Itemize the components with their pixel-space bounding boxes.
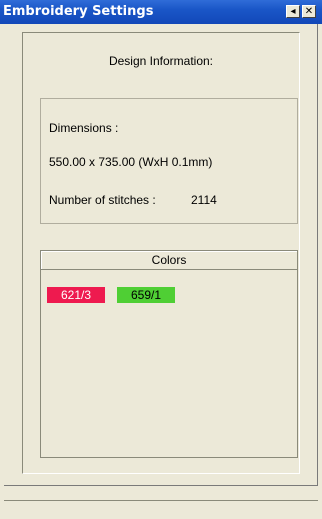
title-bar: Embroidery Settings ◂ ✕ (0, 0, 322, 24)
design-details-group: Dimensions : 550.00 x 735.00 (WxH 0.1mm)… (40, 98, 298, 224)
colors-list: Colors 621/3 659/1 (40, 250, 298, 458)
colors-column-header[interactable]: Colors (41, 251, 297, 270)
design-information-heading: Design Information: (108, 54, 214, 68)
bottom-separator (4, 500, 318, 512)
close-icon[interactable]: ✕ (302, 5, 316, 18)
dimensions-value: 550.00 x 735.00 (WxH 0.1mm) (49, 155, 213, 169)
dimensions-label: Dimensions : (49, 121, 119, 135)
stitches-value: 2114 (191, 193, 217, 207)
color-swatch-1[interactable]: 621/3 (47, 287, 105, 303)
window-title: Embroidery Settings (3, 4, 154, 19)
stitches-label: Number of stitches : (49, 193, 156, 207)
color-swatch-2[interactable]: 659/1 (117, 287, 175, 303)
pin-icon[interactable]: ◂ (286, 5, 300, 18)
